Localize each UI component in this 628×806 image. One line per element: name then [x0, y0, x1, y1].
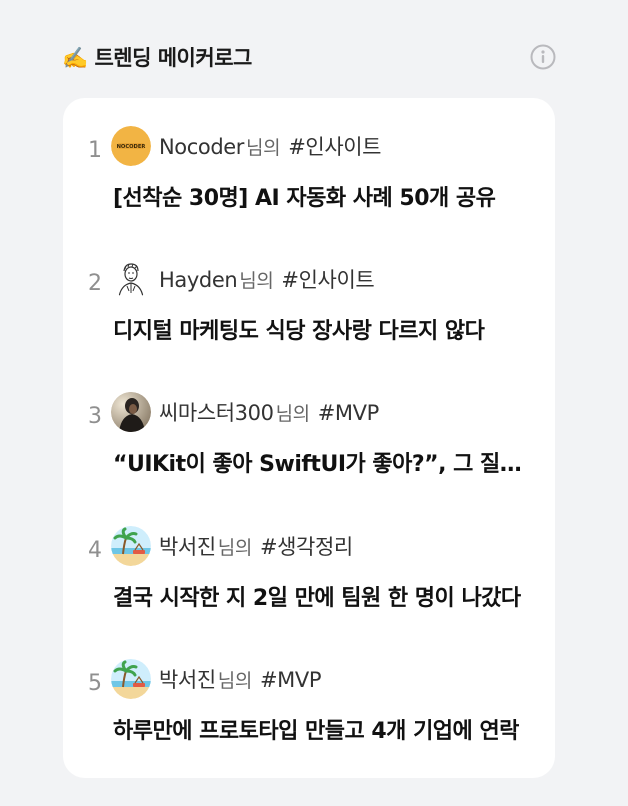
item-title[interactable]: “UIKit이 좋아 SwiftUI가 좋아?”, 그 질문에 대하여	[113, 446, 533, 478]
author-suffix: 님의	[217, 670, 253, 692]
category-tag[interactable]: #MVP	[260, 668, 322, 692]
author-name[interactable]: 씨마스터300	[159, 401, 274, 425]
author-suffix: 님의	[246, 137, 281, 159]
rank-number: 2	[88, 271, 102, 296]
trending-item-2[interactable]: 2 Hayden 님의 #인사이트 디지털 마케팅도 식당 장사랑 다르지 않다	[63, 231, 555, 351]
item-meta: 박서진 님의 #MVP	[159, 664, 321, 694]
trending-item-1[interactable]: 1 NOCODER Nocoder 님의 #인사이트 [선착순 30명] AI 자동…	[63, 98, 555, 218]
trending-item-3[interactable]: 3 씨마스터300 님의 #MVP “UIKit이 좋아 SwiftUI가 좋아?”…	[63, 364, 555, 484]
category-tag[interactable]: #생각정리	[260, 535, 353, 559]
item-title[interactable]: 디지털 마케팅도 식당 장사랑 다르지 않다	[113, 313, 533, 345]
author-name[interactable]: Hayden	[159, 268, 238, 292]
author-name[interactable]: 박서진	[159, 668, 216, 692]
category-tag[interactable]: #MVP	[318, 401, 380, 425]
nocoder-logo-avatar: NOCODER	[111, 126, 151, 166]
rank-number: 3	[88, 404, 102, 429]
item-meta: 씨마스터300 님의 #MVP	[159, 397, 379, 427]
item-meta: Nocoder 님의 #인사이트	[159, 131, 382, 161]
sketch-person-avatar	[111, 259, 151, 299]
author-suffix: 님의	[239, 270, 274, 292]
info-button[interactable]	[530, 44, 556, 70]
item-meta: Hayden 님의 #인사이트	[159, 264, 375, 294]
item-title[interactable]: [선착순 30명] AI 자동화 사례 50개 공유	[113, 180, 533, 212]
trending-item-5[interactable]: 5 박서진 님의 #MVP 하루만에 프로토타입 만들고 4개 기업에 연락	[63, 631, 555, 751]
author-name[interactable]: Nocoder	[159, 135, 244, 159]
category-tag[interactable]: #인사이트	[288, 135, 381, 159]
item-title[interactable]: 하루만에 프로토타입 만들고 4개 기업에 연락	[113, 713, 533, 745]
author-suffix: 님의	[217, 537, 253, 559]
beach-avatar	[111, 659, 151, 699]
author-name[interactable]: 박서진	[159, 535, 216, 559]
category-tag[interactable]: #인사이트	[281, 268, 374, 292]
section-header: ✍️ 트렌딩 메이커로그	[62, 40, 556, 76]
author-suffix: 님의	[275, 403, 311, 425]
info-circle-icon	[530, 44, 556, 70]
rank-number: 4	[88, 538, 102, 563]
item-meta: 박서진 님의 #생각정리	[159, 531, 353, 561]
beach-avatar	[111, 526, 151, 566]
section-title: ✍️ 트렌딩 메이커로그	[62, 46, 252, 70]
photo-person-avatar	[111, 392, 151, 432]
trending-item-4[interactable]: 4 박서진 님의 #생각정리 결국 시작한 지 2일 만에 팀원 한 명이 나갔…	[63, 498, 555, 618]
rank-number: 5	[88, 671, 102, 696]
rank-number: 1	[88, 138, 102, 163]
svg-text:NOCODER: NOCODER	[117, 144, 146, 150]
item-title[interactable]: 결국 시작한 지 2일 만에 팀원 한 명이 나갔다	[113, 580, 533, 612]
trending-list-card: 1 NOCODER Nocoder 님의 #인사이트 [선착순 30명] AI 자동…	[63, 98, 555, 778]
